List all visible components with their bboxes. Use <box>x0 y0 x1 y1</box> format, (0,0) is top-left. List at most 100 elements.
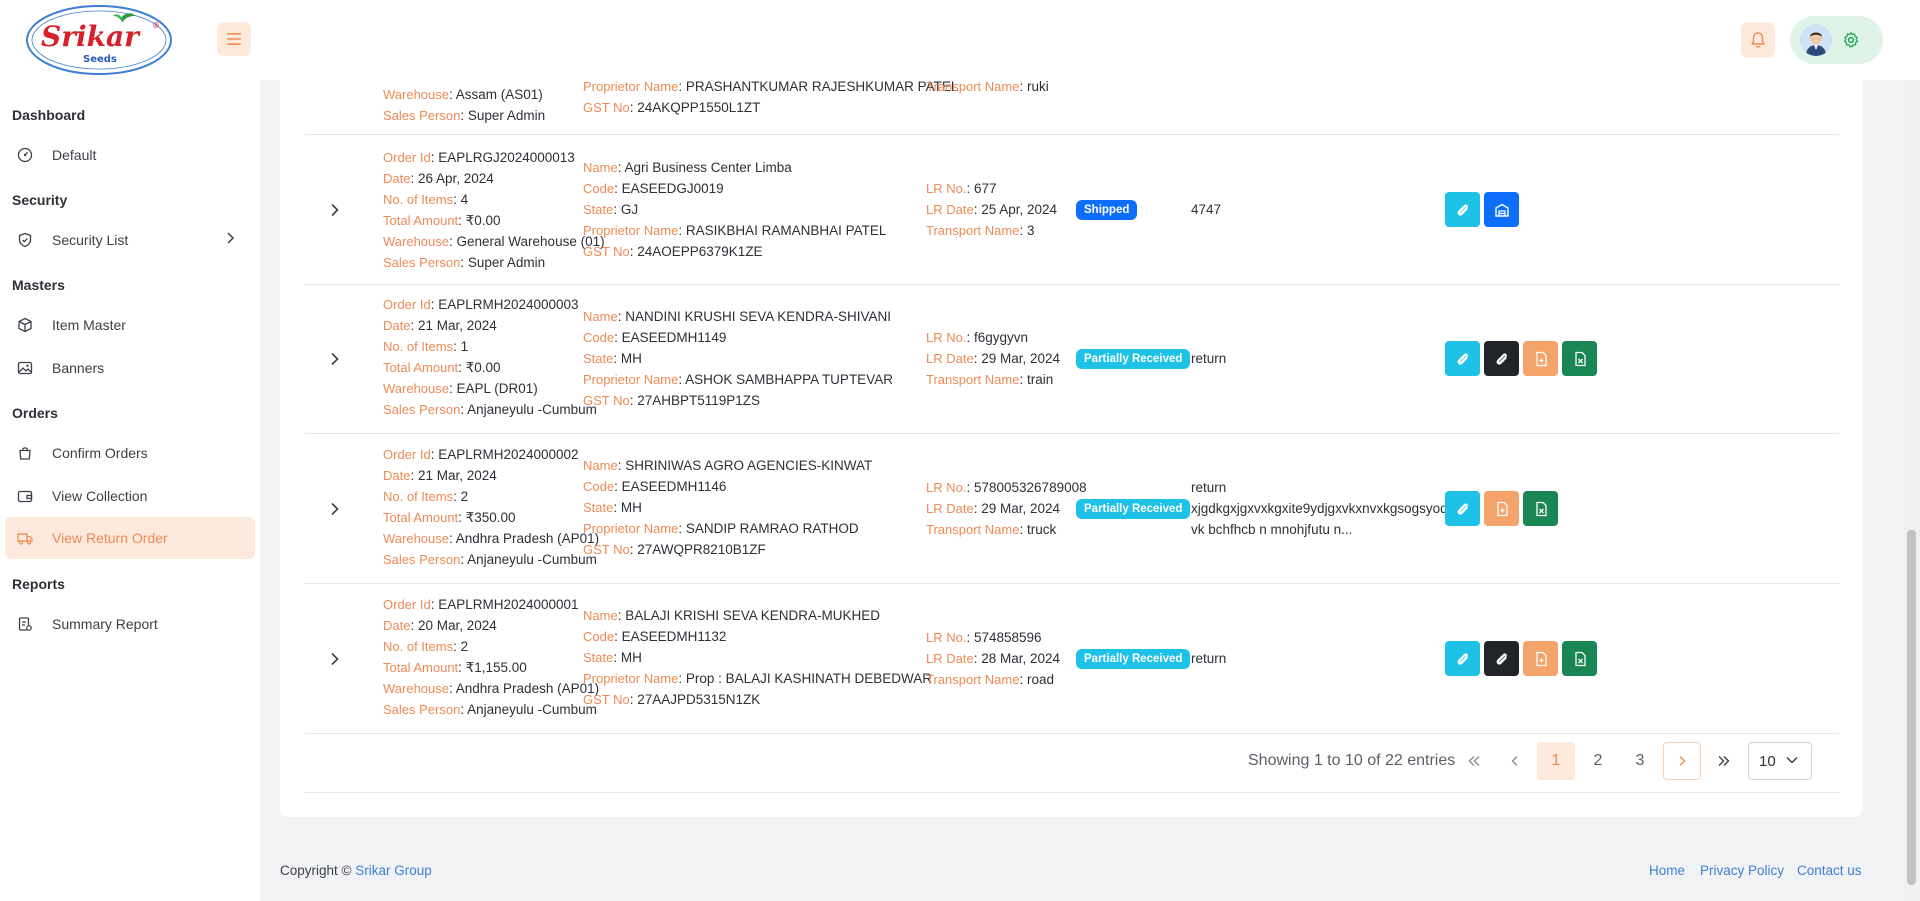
next-page-button[interactable] <box>1663 742 1701 780</box>
page-size-select[interactable]: 10 <box>1748 742 1812 780</box>
privacy-policy-link[interactable]: Privacy Policy <box>1700 863 1784 878</box>
row-actions <box>1445 341 1597 376</box>
row-actions <box>1445 192 1519 227</box>
sidebar-item-security-list[interactable]: Security List <box>5 219 255 261</box>
document-button[interactable] <box>1484 491 1519 526</box>
scrollbar-thumb[interactable] <box>1907 530 1916 885</box>
page-button-1[interactable]: 1 <box>1537 742 1575 780</box>
state-value: MH <box>620 500 642 515</box>
order-info: Order Id: EAPLRMH2024000002 Date: 21 Mar… <box>383 447 600 567</box>
sidebar-item-summary-report[interactable]: Summary Report <box>5 603 255 645</box>
table-row: Warehouse: Assam (AS01) Sales Person: Su… <box>305 80 1839 135</box>
shipment-info: LR No.: f6gygyvn LR Date: 29 Mar, 2024 T… <box>926 330 1061 387</box>
items-value: 2 <box>460 489 469 504</box>
chevron-right-icon[interactable] <box>328 352 342 366</box>
status-badge: Partially Received <box>1076 649 1191 669</box>
remark-text: return <box>1191 351 1227 366</box>
proprietor-value: SANDIP RAMRAO RATHOD <box>685 521 859 536</box>
first-page-button[interactable] <box>1455 742 1493 780</box>
gauge-icon <box>15 145 35 165</box>
sidebar-item-label: Confirm Orders <box>52 445 148 461</box>
remark-text: return <box>1191 651 1227 666</box>
attachment-button[interactable] <box>1445 491 1480 526</box>
date-value: 21 Mar, 2024 <box>417 318 497 333</box>
sidebar-item-default[interactable]: Default <box>5 134 255 176</box>
footer-links: Home <box>1649 863 1685 878</box>
state-value: MH <box>620 351 642 366</box>
profile-menu[interactable] <box>1790 16 1883 64</box>
return-attachment-button[interactable] <box>1484 341 1519 376</box>
items-value: 2 <box>460 639 469 654</box>
table-row: Order Id: EAPLRMH2024000001 Date: 20 Mar… <box>305 584 1839 734</box>
sales-person-value: Super Admin <box>467 108 546 123</box>
double-chevron-left-icon <box>1468 756 1480 766</box>
sidebar-item-item-master[interactable]: Item Master <box>5 304 255 346</box>
lr-no-value: f6gygyvn <box>973 330 1029 345</box>
order-info: Warehouse: Assam (AS01) Sales Person: Su… <box>383 87 546 123</box>
attachment-button[interactable] <box>1445 341 1480 376</box>
shipment-info: LR No.: 574858596 LR Date: 28 Mar, 2024 … <box>926 630 1061 687</box>
sidebar-toggle-button[interactable] <box>217 22 251 56</box>
footer-copyright: Copyright © Srikar Group <box>280 863 432 878</box>
remark-text: 4747 <box>1191 202 1222 217</box>
page-button-3[interactable]: 3 <box>1621 742 1659 780</box>
warehouse-value: Andhra Pradesh (AP01) <box>455 531 600 546</box>
warehouse-value: Andhra Pradesh (AP01) <box>455 681 600 696</box>
sidebar-item-label: View Collection <box>52 488 148 504</box>
order-id-value: EAPLRMH2024000003 <box>438 297 579 312</box>
sidebar-item-view-return-order[interactable]: View Return Order <box>5 517 255 559</box>
spreadsheet-icon <box>1574 351 1586 366</box>
chevron-down-icon <box>1786 756 1798 764</box>
sidebar-item-confirm-orders[interactable]: Confirm Orders <box>5 432 255 474</box>
bag-icon <box>15 443 35 463</box>
sidebar-item-label: Default <box>52 147 97 163</box>
return-attachment-button[interactable] <box>1484 641 1519 676</box>
sales-person-value: Super Admin <box>467 255 546 270</box>
chevron-right-icon[interactable] <box>328 652 342 666</box>
sidebar-section-masters: Masters <box>12 277 65 293</box>
settings-gear-icon[interactable] <box>1842 31 1860 49</box>
attachment-button[interactable] <box>1445 641 1480 676</box>
company-link[interactable]: Srikar Group <box>355 863 432 878</box>
page-button-2[interactable]: 2 <box>1579 742 1617 780</box>
excel-button[interactable] <box>1523 491 1558 526</box>
order-id-value: EAPLRGJ2024000013 <box>438 150 575 165</box>
paperclip-icon <box>1457 652 1468 665</box>
shipment-info: Transport Name: ruki <box>926 80 1049 94</box>
last-page-button[interactable] <box>1705 742 1743 780</box>
dealer-name-value: SHRINIWAS AGRO AGENCIES-KINWAT <box>625 458 873 473</box>
lr-date-value: 29 Mar, 2024 <box>981 501 1061 516</box>
dealer-info: Name: SHRINIWAS AGRO AGENCIES-KINWAT Cod… <box>583 458 873 557</box>
paperclip-icon <box>1496 652 1507 665</box>
warehouse-button[interactable] <box>1484 192 1519 227</box>
sidebar-section-security: Security <box>12 192 68 208</box>
excel-button[interactable] <box>1562 341 1597 376</box>
notifications-button[interactable] <box>1741 22 1775 58</box>
chevron-right-icon[interactable] <box>328 502 342 516</box>
table-row: Order Id: EAPLRMH2024000003 Date: 21 Mar… <box>305 285 1839 434</box>
home-link[interactable]: Home <box>1649 863 1685 878</box>
sidebar-item-label: Summary Report <box>52 616 158 632</box>
remark-line: return <box>1191 480 1227 495</box>
document-button[interactable] <box>1523 641 1558 676</box>
attachment-button[interactable] <box>1445 192 1480 227</box>
prev-page-button[interactable] <box>1496 742 1534 780</box>
box-icon <box>15 315 35 335</box>
srikar-seeds-logo[interactable]: Srikar ® Seeds <box>25 4 173 76</box>
total-value: ₹1,155.00 <box>465 660 527 675</box>
document-button[interactable] <box>1523 341 1558 376</box>
date-value: 26 Apr, 2024 <box>417 171 494 186</box>
sidebar: Dashboard Default Security Security List… <box>0 80 260 901</box>
gst-value: 24AKQPP1550L1ZT <box>637 100 761 115</box>
file-icon <box>1496 501 1508 516</box>
contact-us-link[interactable]: Contact us <box>1797 863 1862 878</box>
chevron-right-icon <box>1679 756 1686 766</box>
transport-value: 3 <box>1026 223 1035 238</box>
chevron-right-icon[interactable] <box>328 203 342 217</box>
excel-button[interactable] <box>1562 641 1597 676</box>
sidebar-item-view-collection[interactable]: View Collection <box>5 475 255 517</box>
order-info: Order Id: EAPLRGJ2024000013 Date: 26 Apr… <box>383 150 605 270</box>
sidebar-item-banners[interactable]: Banners <box>5 347 255 389</box>
lr-date-value: 28 Mar, 2024 <box>981 651 1061 666</box>
user-avatar-icon <box>1800 24 1832 56</box>
